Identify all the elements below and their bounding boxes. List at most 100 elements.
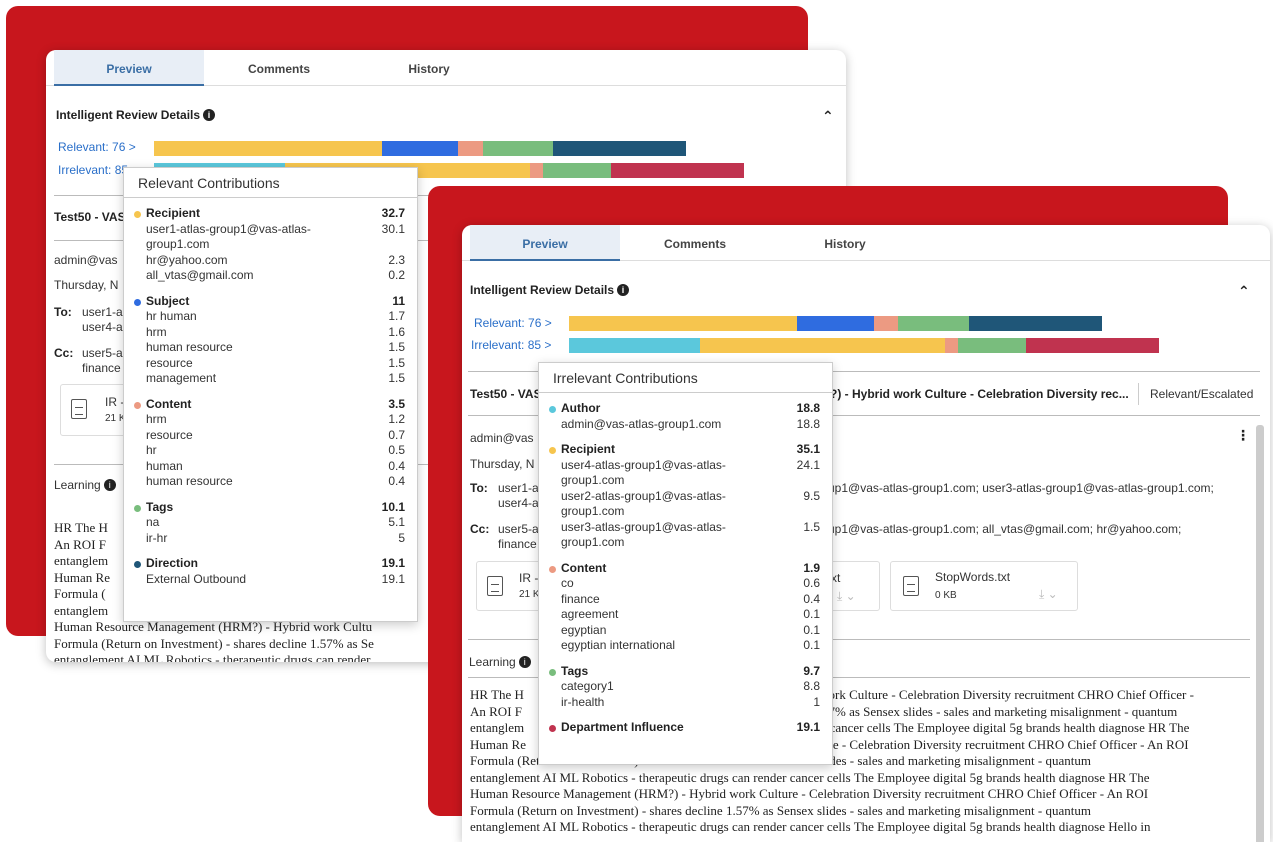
contribution-item: resource 1.5 (124, 356, 417, 372)
back-collapse-chevron-icon[interactable]: ⌃ (822, 108, 834, 125)
email-body-line: entanglement AI ML Robotics - therapeuti… (470, 769, 1150, 785)
info-icon[interactable]: i (103, 479, 116, 491)
contribution-group-header: Tags 9.7 (539, 664, 832, 680)
legend-dot-icon (134, 211, 141, 218)
contribution-item-label: hrm (146, 324, 167, 339)
contribution-item-value: 1.5 (388, 355, 405, 370)
email-body-line: Formula (Return on Investment) - shares … (54, 635, 374, 651)
contribution-item: finance 0.4 (539, 592, 832, 608)
front-irrelevant-bar[interactable] (569, 338, 1159, 353)
bar-segment-direction[interactable] (968, 316, 1102, 331)
contribution-item-label: hr@yahoo.com (146, 252, 228, 267)
contribution-item-label: user4-atlas-group1@vas-atlas- (561, 457, 726, 472)
bar-segment-subject[interactable] (381, 141, 459, 156)
contribution-item: all_vtas@gmail.com 0.2 (124, 268, 417, 284)
contribution-item-label: user2-atlas-group1@vas-atlas- (561, 488, 726, 503)
front-relevant-link[interactable]: Relevant: 76 > (474, 316, 552, 330)
contribution-group-header: Author 18.8 (539, 401, 832, 417)
contribution-item-label: finance (561, 591, 600, 606)
contribution-item: human resource 1.5 (124, 340, 417, 356)
contribution-group: Content 3.5 hrm 1.2 resource 0.7 hr 0.5 human 0.4… (124, 397, 417, 490)
back-review-title-text: Intelligent Review Details (56, 108, 201, 122)
contribution-item: human 0.4 (124, 459, 417, 475)
back-relevant-contributions-popup: Relevant Contributions Recipient 32.7 user… (123, 167, 418, 622)
front-tab-preview[interactable]: Preview (470, 225, 620, 261)
bar-segment-tags[interactable] (898, 316, 969, 331)
legend-dot-icon (549, 447, 556, 454)
contribution-item-value: 2.3 (388, 252, 405, 267)
download-icon[interactable]: ⤓ ⌄ (837, 589, 856, 604)
contribution-item: egyptian 0.1 (539, 623, 832, 639)
contribution-item-value: 8.8 (803, 679, 820, 693)
back-relevant-bar[interactable] (154, 141, 686, 156)
contribution-item-value: 5.1 (388, 515, 405, 529)
front-tab-history[interactable]: History (770, 225, 920, 261)
front-relevant-bar[interactable] (569, 316, 1102, 331)
contribution-group: Recipient 32.7 user1-atlas-group1@vas-atla… (124, 206, 417, 284)
contribution-item-label: group1.com (561, 473, 625, 487)
bar-segment-content[interactable] (529, 163, 544, 178)
bar-segment-author[interactable] (569, 338, 701, 353)
back-tab-preview[interactable]: Preview (54, 50, 204, 86)
contribution-item-label: resource (146, 355, 193, 370)
contribution-item-value: 0.1 (803, 638, 820, 652)
contribution-item-label: human resource (146, 340, 233, 354)
back-tab-history[interactable]: History (354, 50, 504, 86)
contribution-item-label: External Outbound (146, 571, 247, 586)
contribution-group-name: Recipient (146, 206, 201, 220)
bar-segment-content[interactable] (944, 338, 959, 353)
front-attachment-card-3[interactable]: StopWords.txt 0 KB ⤓ ⌄ (890, 561, 1078, 611)
contribution-item-label: group1.com (561, 504, 625, 518)
bar-segment-department-influence[interactable] (1025, 338, 1159, 353)
download-icon[interactable]: ⤓ ⌄ (1039, 587, 1058, 602)
back-relevant-link[interactable]: Relevant: 76 > (58, 140, 136, 154)
contribution-group-name: Subject (146, 293, 190, 308)
bar-segment-direction[interactable] (552, 141, 686, 156)
back-attachment-name: IR - (105, 395, 125, 409)
contribution-group: Department Influence 19.1 (539, 720, 832, 736)
front-status-label: Relevant/Escalated (1150, 387, 1254, 401)
bar-segment-tags[interactable] (958, 338, 1026, 353)
bar-segment-tags[interactable] (482, 141, 553, 156)
email-body-line: vork Culture - Celebration Diversity rec… (822, 687, 1194, 702)
info-icon[interactable]: i (617, 284, 630, 296)
contribution-group-name: Recipient (561, 442, 616, 456)
more-options-icon[interactable]: ⋮ (1236, 427, 1250, 444)
bar-segment-recipient[interactable] (700, 338, 945, 353)
legend-dot-icon (549, 406, 556, 413)
back-tab-comments[interactable]: Comments (204, 50, 354, 86)
contribution-item-value: 0.5 (388, 443, 405, 457)
contribution-item-value: 1.6 (388, 324, 405, 339)
bar-segment-tags[interactable] (543, 163, 611, 178)
bar-segment-recipient[interactable] (569, 316, 798, 331)
front-learning-text: Learning (469, 655, 516, 669)
front-tab-comments[interactable]: Comments (620, 225, 770, 261)
front-irrelevant-link[interactable]: Irrelevant: 85 > (471, 338, 551, 352)
contribution-item-value: 1.5 (388, 340, 405, 354)
contribution-group-value: 18.8 (796, 401, 820, 415)
info-icon[interactable]: i (203, 109, 216, 121)
contribution-group-value: 9.7 (803, 663, 820, 678)
email-body-line: entanglem (470, 720, 525, 735)
vertical-scrollbar[interactable] (1256, 425, 1264, 842)
contribution-group-name: Content (561, 560, 607, 575)
contribution-item-label: group1.com (146, 237, 210, 251)
front-irrelevant-contributions-popup: Irrelevant Contributions Author 18.8 admin… (538, 362, 833, 765)
bar-segment-department-influence[interactable] (610, 163, 744, 178)
info-icon[interactable]: i (518, 656, 531, 668)
bar-segment-content[interactable] (873, 316, 899, 331)
contribution-item-value: 5 (398, 530, 405, 545)
email-body-line: 57% as Sensex slides - sales and marketi… (822, 703, 1178, 719)
contribution-item: group1.com (124, 237, 417, 253)
legend-dot-icon (134, 401, 141, 409)
contribution-item-label: category1 (561, 679, 614, 693)
bar-segment-content[interactable] (458, 141, 483, 156)
bar-segment-subject[interactable] (797, 316, 874, 331)
contribution-group-header: Content 1.9 (539, 561, 832, 577)
contribution-item-label: hr human (146, 309, 197, 323)
contribution-item-label: ir-hr (146, 530, 168, 545)
contribution-item-value: 0.4 (803, 591, 820, 606)
front-collapse-chevron-icon[interactable]: ⌃ (1238, 283, 1250, 300)
bar-segment-recipient[interactable] (154, 141, 382, 156)
contribution-item: agreement 0.1 (539, 607, 832, 623)
